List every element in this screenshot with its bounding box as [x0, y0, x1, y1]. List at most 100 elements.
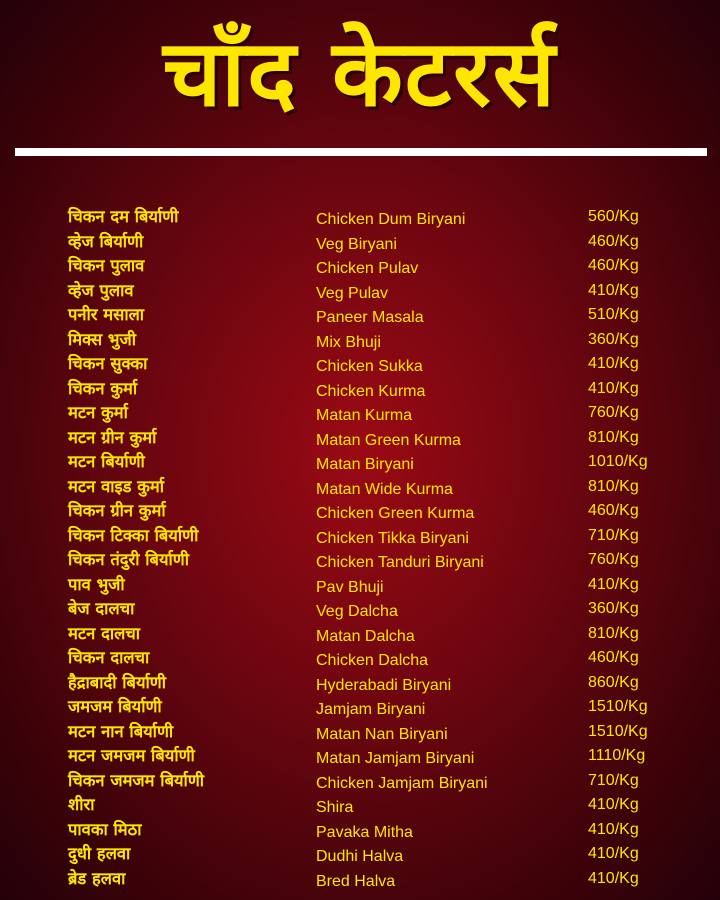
- item-name-english: Bred Halva: [316, 872, 396, 890]
- item-price: 460/Kg: [588, 232, 639, 250]
- item-price: 410/Kg: [588, 845, 639, 862]
- item-name-english: Matan Jamjam Biryani: [316, 750, 475, 767]
- item-price: 460/Kg: [588, 257, 639, 274]
- item-price: 810/Kg: [588, 477, 639, 495]
- menu-item: ब्रेड हलवा Bred Halva 410/Kg: [0, 867, 720, 892]
- title-divider: [15, 148, 707, 156]
- item-price: 1510/Kg: [588, 722, 648, 740]
- item-price: 410/Kg: [588, 281, 639, 299]
- item-name-marathi: चिकन टिक्का बिर्याणी: [68, 525, 199, 545]
- item-price: 810/Kg: [588, 428, 639, 446]
- page-title: चाँद केटरर्स: [163, 20, 557, 127]
- item-name-marathi: चिकन पुलाव: [68, 256, 145, 275]
- menu-item: पावका मिठा Pavaka Mitha 410/Kg: [0, 818, 720, 843]
- item-name-marathi: चिकन तंदुरी बिर्याणी: [68, 550, 189, 569]
- menu-item: चिकन सुक्का Chicken Sukka 410/Kg: [0, 352, 720, 377]
- menu-item: चिकन ग्रीन कुर्मा Chicken Green Kurma 460/…: [0, 499, 720, 524]
- item-name-marathi: मटन जमजम बिर्याणी: [68, 746, 195, 765]
- item-name-english: Pavaka Mitha: [316, 823, 413, 841]
- menu-item: बेज दालचा Veg Dalcha 360/Kg: [0, 597, 720, 622]
- item-name-marathi: ब्रेड हलवा: [68, 868, 126, 888]
- menu-item: शीरा Shira 410/Kg: [0, 793, 720, 818]
- item-name-marathi: पनीर मसाला: [68, 305, 145, 324]
- menu-item: चिकन कुर्मा Chicken Kurma 410/Kg: [0, 377, 720, 402]
- menu-item: चिकन जमजम बिर्याणी Chicken Jamjam Biryani…: [0, 769, 720, 794]
- item-price: 410/Kg: [588, 575, 639, 593]
- item-name-marathi: मटन दालचा: [68, 623, 141, 643]
- menu-item: मटन नान बिर्याणी Matan Nan Biryani 1510/Kg: [0, 720, 720, 745]
- item-name-english: Dudhi Halva: [316, 848, 404, 865]
- menu-item: हैद्राबादी बिर्याणी Hyderabadi Biryani 860…: [0, 671, 720, 696]
- item-name-marathi: मटन कुर्मा: [68, 403, 128, 422]
- item-name-english: Pav Bhuji: [316, 578, 384, 596]
- menu-item: मटन दालचा Matan Dalcha 810/Kg: [0, 622, 720, 647]
- item-name-marathi: बेज दालचा: [68, 599, 135, 618]
- menu-item: पनीर मसाला Paneer Masala 510/Kg: [0, 303, 720, 328]
- item-name-marathi: चिकन ग्रीन कुर्मा: [68, 501, 166, 520]
- menu-item: मटन जमजम बिर्याणी Matan Jamjam Biryani 111…: [0, 744, 720, 769]
- menu-list: चिकन दम बिर्याणी Chicken Dum Biryani 560/K…: [0, 205, 720, 891]
- menu-item: व्हेज बिर्याणी Veg Biryani 460/Kg: [0, 230, 720, 255]
- item-name-marathi: दुधी हलवा: [68, 844, 131, 863]
- item-name-marathi: मिक्स भुजी: [68, 329, 137, 349]
- menu-item: चिकन तंदुरी बिर्याणी Chicken Tanduri Biry…: [0, 548, 720, 573]
- item-name-marathi: व्हेज बिर्याणी: [68, 231, 144, 251]
- item-name-english: Veg Biryani: [316, 235, 397, 253]
- item-price: 810/Kg: [588, 624, 639, 642]
- item-price: 560/Kg: [588, 208, 639, 225]
- item-name-english: Veg Pulav: [316, 284, 389, 302]
- item-name-english: Jamjam Biryani: [316, 701, 426, 718]
- menu-item: मटन बिर्याणी Matan Biryani 1010/Kg: [0, 450, 720, 475]
- item-name-marathi: मटन नान बिर्याणी: [68, 721, 174, 741]
- item-name-marathi: शीरा: [68, 795, 95, 814]
- item-name-marathi: मटन वाइड कुर्मा: [68, 476, 165, 496]
- item-name-marathi: व्हेज पुलाव: [68, 280, 134, 300]
- menu-item: मिक्स भुजी Mix Bhuji 360/Kg: [0, 328, 720, 353]
- item-name-marathi: पावका मिठा: [68, 819, 142, 839]
- item-name-english: Matan Dalcha: [316, 627, 415, 645]
- item-name-marathi: मटन ग्रीन कुर्मा: [68, 427, 157, 447]
- item-price: 1010/Kg: [588, 453, 648, 470]
- item-name-english: Chicken Pulav: [316, 260, 419, 277]
- menu-item: चिकन दम बिर्याणी Chicken Dum Biryani 560/K…: [0, 205, 720, 230]
- menu-item: मटन वाइड कुर्मा Matan Wide Kurma 810/Kg: [0, 475, 720, 500]
- item-name-english: Hyderabadi Biryani: [316, 676, 452, 694]
- item-price: 710/Kg: [588, 526, 639, 544]
- menu-item: व्हेज पुलाव Veg Pulav 410/Kg: [0, 279, 720, 304]
- item-name-marathi: चिकन दम बिर्याणी: [68, 207, 179, 226]
- item-name-marathi: जमजम बिर्याणी: [68, 697, 162, 716]
- menu-item: चिकन दालचा Chicken Dalcha 460/Kg: [0, 646, 720, 671]
- item-name-english: Chicken Jamjam Biryani: [316, 774, 488, 792]
- item-name-marathi: पाव भुजी: [68, 574, 125, 594]
- item-name-english: Chicken Kurma: [316, 382, 426, 400]
- item-price: 410/Kg: [588, 869, 639, 887]
- item-name-english: Matan Nan Biryani: [316, 725, 448, 743]
- item-price: 410/Kg: [588, 820, 639, 838]
- item-name-english: Matan Wide Kurma: [316, 480, 453, 498]
- menu-item: पाव भुजी Pav Bhuji 410/Kg: [0, 573, 720, 598]
- item-name-english: Shira: [316, 799, 354, 816]
- item-name-marathi: चिकन जमजम बिर्याणी: [68, 770, 205, 790]
- item-name-english: Chicken Dalcha: [316, 652, 429, 669]
- item-name-english: Matan Kurma: [316, 407, 413, 424]
- item-price: 1110/Kg: [588, 747, 646, 764]
- menu-item: मटन ग्रीन कुर्मा Matan Green Kurma 810/Kg: [0, 426, 720, 451]
- item-name-marathi: चिकन कुर्मा: [68, 378, 138, 398]
- item-name-marathi: चिकन सुक्का: [68, 354, 148, 373]
- item-price: 1510/Kg: [588, 698, 648, 715]
- item-name-english: Chicken Tanduri Biryani: [316, 554, 484, 571]
- item-price: 510/Kg: [588, 306, 639, 323]
- item-price: 710/Kg: [588, 771, 639, 789]
- menu-item: दुधी हलवा Dudhi Halva 410/Kg: [0, 842, 720, 867]
- item-name-english: Chicken Tikka Biryani: [316, 529, 469, 547]
- item-name-marathi: चिकन दालचा: [68, 648, 150, 667]
- item-name-english: Chicken Sukka: [316, 358, 423, 375]
- item-name-marathi: हैद्राबादी बिर्याणी: [68, 672, 167, 692]
- item-price: 860/Kg: [588, 673, 639, 691]
- item-name-english: Paneer Masala: [316, 309, 424, 326]
- menu-item: चिकन पुलाव Chicken Pulav 460/Kg: [0, 254, 720, 279]
- item-price: 410/Kg: [588, 355, 639, 372]
- item-name-english: Chicken Dum Biryani: [316, 211, 466, 228]
- item-price: 410/Kg: [588, 379, 639, 397]
- item-price: 460/Kg: [588, 502, 639, 519]
